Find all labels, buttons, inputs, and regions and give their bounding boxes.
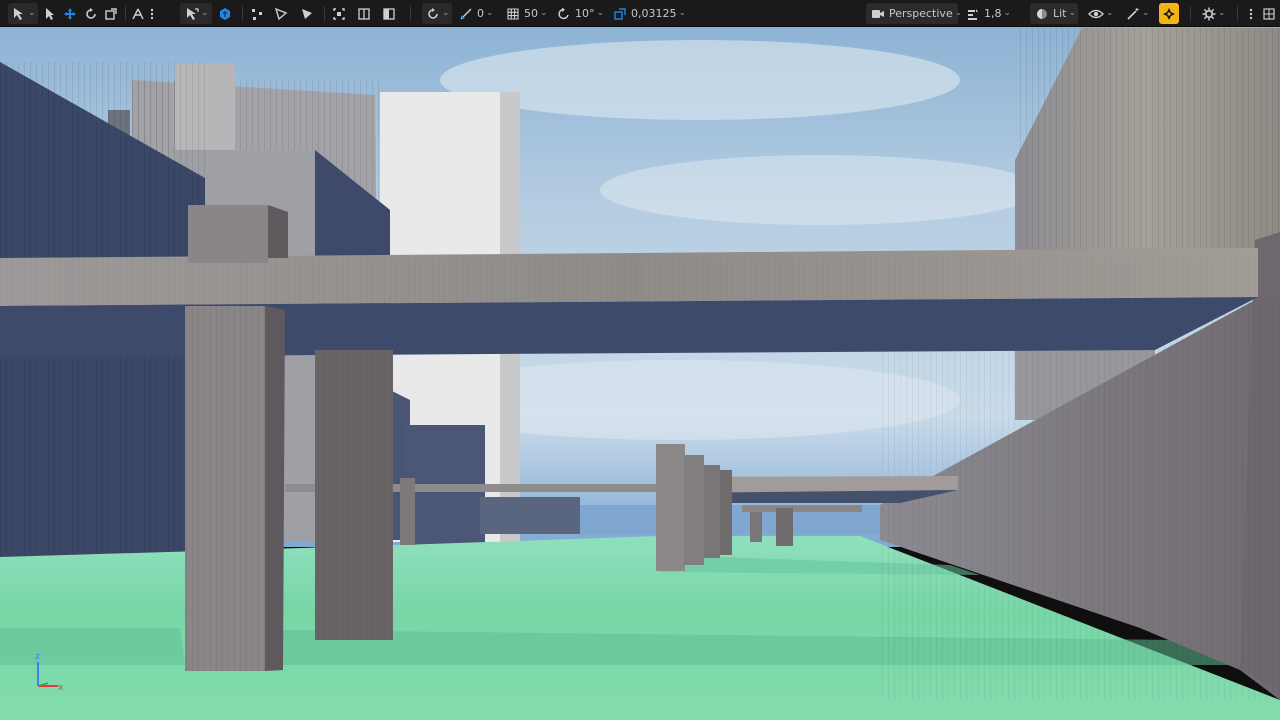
move-select-icon xyxy=(185,7,199,21)
camera-speed-control[interactable]: 1,8 ⌄ xyxy=(966,3,1012,24)
chevron-down-icon: ⌄ xyxy=(486,8,494,18)
camera-speed-value: 1,8 xyxy=(984,7,1002,20)
view-mode-dropdown[interactable]: Perspective ⌄ xyxy=(866,3,962,24)
chevron-down-icon: ⌄ xyxy=(1142,8,1150,18)
surface-snap-button[interactable] xyxy=(218,3,236,24)
scale-snap-control[interactable]: 0,03125 ⌄ xyxy=(613,3,689,24)
angle-snap-icon xyxy=(459,7,473,21)
selection-mode-button[interactable]: ⌄ xyxy=(8,3,38,24)
vertex-snap-button[interactable] xyxy=(250,3,266,24)
rotate-icon xyxy=(84,7,98,21)
hexagon-snap-icon xyxy=(218,7,232,21)
axis-gizmo: z x xyxy=(28,650,78,695)
scene-render xyxy=(0,27,1280,720)
vertical-dots-icon xyxy=(1249,8,1253,20)
chevron-down-icon: ⌄ xyxy=(596,8,605,18)
more-options-button[interactable] xyxy=(150,3,158,24)
snap-magnet-icon xyxy=(1162,7,1176,21)
lighting-mode-dropdown[interactable]: Lit ⌄ xyxy=(1030,3,1078,24)
split-panel-icon xyxy=(357,7,371,21)
rotation-snap-icon xyxy=(557,7,571,21)
triangle-filled-icon xyxy=(300,7,314,21)
rotation-snap-control[interactable]: 10° ⌄ xyxy=(557,3,605,24)
viewport-options-menu-button[interactable] xyxy=(1244,3,1258,24)
level-viewport[interactable]: z x ⌄ ⌄ ⌄ 0 ⌄ 50 ⌄ 10° ⌄ 0,03125 ⌄ Persp… xyxy=(0,0,1280,720)
bounding-box-icon xyxy=(332,7,346,21)
gear-icon xyxy=(1202,7,1216,21)
transform-mode-button[interactable]: ⌄ xyxy=(180,3,212,24)
half-square-icon xyxy=(382,7,396,21)
show-flags-button[interactable]: ⌄ xyxy=(1088,3,1118,24)
select-cursor-icon xyxy=(12,7,26,21)
arrow-pointer-icon xyxy=(44,7,56,21)
lit-sphere-icon xyxy=(1035,7,1049,21)
vertex-dots-icon xyxy=(250,7,264,21)
view-mode-label: Perspective xyxy=(889,7,953,20)
layout-grid-icon xyxy=(1263,7,1275,20)
world-local-button[interactable]: ⌄ xyxy=(422,3,452,24)
chevron-down-icon: ⌄ xyxy=(678,8,687,18)
camera-speed-icon xyxy=(966,7,980,21)
camera-icon xyxy=(871,8,885,20)
scale-box-icon xyxy=(104,7,118,21)
chevron-down-icon: ⌄ xyxy=(442,8,450,18)
move-arrows-icon xyxy=(63,7,77,21)
surface-snapping-toggle[interactable] xyxy=(1159,3,1179,24)
chevron-down-icon: ⌄ xyxy=(1218,8,1226,18)
triangle-filled-button[interactable] xyxy=(300,3,316,24)
scale-snap-value: 0,03125 xyxy=(631,7,677,20)
eye-icon xyxy=(1088,8,1104,20)
chevron-down-icon: ⌄ xyxy=(1068,8,1077,18)
select-tool-button[interactable] xyxy=(44,3,60,24)
axis-z-label: z xyxy=(35,652,40,662)
chevron-down-icon: ⌄ xyxy=(28,8,36,18)
lighting-mode-label: Lit xyxy=(1053,7,1067,20)
grid-snap-icon xyxy=(506,7,520,21)
refresh-icon xyxy=(426,7,440,21)
angle-snap-value: 0 xyxy=(477,7,484,20)
viewport-toolbar: ⌄ ⌄ ⌄ 0 ⌄ 50 ⌄ 10° ⌄ 0,03125 ⌄ Perspecti… xyxy=(0,0,1280,27)
world-axes-icon xyxy=(131,7,145,21)
chevron-down-icon: ⌄ xyxy=(540,8,548,18)
realtime-tools-button[interactable]: ⌄ xyxy=(1126,3,1156,24)
rotate-tool-button[interactable] xyxy=(84,3,100,24)
scale-tool-button[interactable] xyxy=(104,3,120,24)
rotation-snap-value: 10° xyxy=(575,7,595,20)
coordinate-system-button[interactable] xyxy=(131,3,149,24)
grid-snap-control[interactable]: 50 ⌄ xyxy=(506,3,550,24)
vertical-dots-icon xyxy=(150,8,154,20)
viewport-settings-button[interactable]: ⌄ xyxy=(1202,3,1232,24)
chevron-down-icon: ⌄ xyxy=(1003,8,1012,18)
split-view-button[interactable] xyxy=(357,3,373,24)
half-fill-button[interactable] xyxy=(382,3,398,24)
triangle-outline-icon xyxy=(274,7,288,21)
viewport-layout-button[interactable] xyxy=(1262,3,1276,24)
chevron-down-icon: ⌄ xyxy=(954,8,963,18)
chevron-down-icon: ⌄ xyxy=(201,8,209,18)
axis-x-label: x xyxy=(58,683,64,693)
translate-tool-button[interactable] xyxy=(63,3,81,24)
triangle-outline-button[interactable] xyxy=(274,3,290,24)
angle-snap-control[interactable]: 0 ⌄ xyxy=(459,3,497,24)
bounds-snap-button[interactable] xyxy=(332,3,348,24)
chevron-down-icon: ⌄ xyxy=(1106,8,1114,18)
grid-snap-value: 50 xyxy=(524,7,538,20)
wand-icon xyxy=(1126,7,1140,21)
scale-snap-icon xyxy=(613,7,627,21)
